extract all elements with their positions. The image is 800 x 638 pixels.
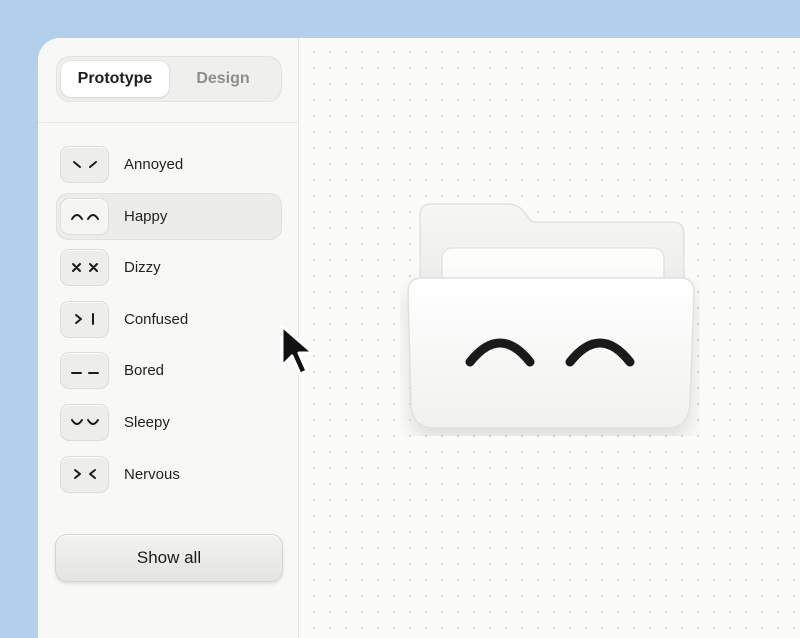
sidebar-divider <box>38 122 298 123</box>
emotion-item-dizzy[interactable]: Dizzy <box>56 244 282 291</box>
dizzy-face-icon <box>60 249 109 287</box>
folder-character-icon <box>407 203 695 429</box>
emotion-label: Bored <box>124 362 165 380</box>
happy-face-icon <box>60 197 109 235</box>
mouse-pointer-icon <box>280 324 315 376</box>
emotion-item-nervous[interactable]: Nervous <box>56 451 282 498</box>
emotion-item-annoyed[interactable]: Annoyed <box>56 141 282 188</box>
emotion-label: Dizzy <box>124 259 161 277</box>
tab-prototype[interactable]: Prototype <box>61 61 169 97</box>
sleepy-face-icon <box>60 403 109 441</box>
tab-design[interactable]: Design <box>169 61 277 97</box>
emotion-item-bored[interactable]: Bored <box>56 347 282 394</box>
confused-face-icon <box>60 300 109 338</box>
emotion-item-sleepy[interactable]: Sleepy <box>56 399 282 446</box>
nervous-face-icon <box>60 455 109 493</box>
app-window: Prototype Design Annoyed Happy Dizzy Con… <box>38 38 800 638</box>
emotion-label: Sleepy <box>124 413 170 431</box>
emotion-label: Happy <box>124 207 168 225</box>
mode-switcher: Prototype Design <box>56 56 282 102</box>
bored-face-icon <box>60 352 109 390</box>
emotion-item-confused[interactable]: Confused <box>56 296 282 343</box>
emotion-label: Annoyed <box>124 156 184 173</box>
emotion-label: Nervous <box>124 465 180 483</box>
preview-canvas <box>300 38 800 638</box>
annoyed-face-icon <box>60 146 109 183</box>
emotion-list: Annoyed Happy Dizzy Confused Bored Sleep… <box>56 141 282 502</box>
emotion-label: Confused <box>124 310 189 328</box>
emotion-item-happy[interactable]: Happy <box>56 192 282 240</box>
sidebar: Prototype Design Annoyed Happy Dizzy Con… <box>38 38 299 638</box>
show-all-button[interactable]: Show all <box>55 534 283 582</box>
